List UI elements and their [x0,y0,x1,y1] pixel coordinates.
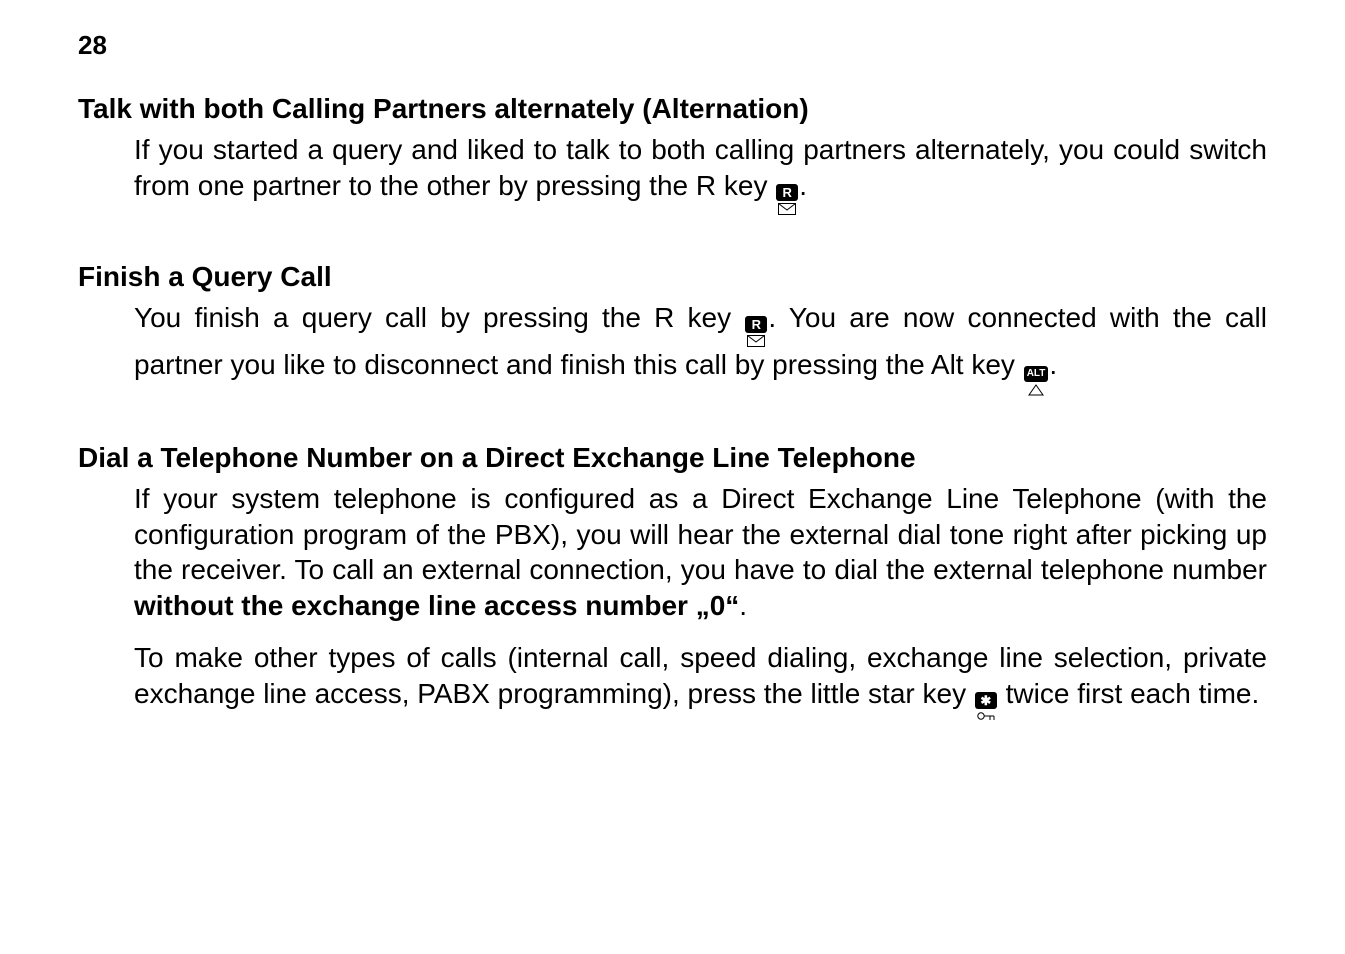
paragraph: If your system telephone is configured a… [134,481,1267,624]
text-fragment: You finish a query call by pressing the … [134,302,744,333]
alt-key-icon: ALT [1024,366,1049,396]
key-shape-icon [977,711,995,721]
triangle-icon [1028,384,1044,396]
r-key-icon: R [745,316,767,347]
section-finish-query: Finish a Query Call You finish a query c… [78,259,1267,396]
text-fragment: . [739,590,747,621]
r-key-label: R [745,316,767,333]
paragraph: If you started a query and liked to talk… [134,132,1267,215]
text-fragment: twice first each time. [998,678,1259,709]
r-key-label: R [776,184,798,201]
text-fragment: . [1049,349,1057,380]
text-fragment: If you started a query and liked to talk… [134,134,1267,201]
document-page: 28 Talk with both Calling Partners alter… [0,0,1345,954]
r-key-icon: R [776,184,798,215]
text-fragment: . [799,170,807,201]
paragraph: You finish a query call by pressing the … [134,300,1267,396]
text-bold: without the exchange line access number … [134,590,739,621]
section-title-direct: Dial a Telephone Number on a Direct Exch… [78,440,1267,475]
page-number: 28 [78,30,1267,61]
section-direct-exchange: Dial a Telephone Number on a Direct Exch… [78,440,1267,721]
section-title-finish: Finish a Query Call [78,259,1267,294]
star-key-icon: ✱ [975,692,997,721]
section-alternation: Talk with both Calling Partners alternat… [78,91,1267,215]
envelope-icon [778,203,796,215]
paragraph: To make other types of calls (internal c… [134,640,1267,721]
envelope-icon [747,335,765,347]
alt-key-label: ALT [1024,366,1049,382]
star-key-label: ✱ [975,692,997,709]
text-fragment: If your system telephone is configured a… [134,483,1267,586]
section-title-alternation: Talk with both Calling Partners alternat… [78,91,1267,126]
